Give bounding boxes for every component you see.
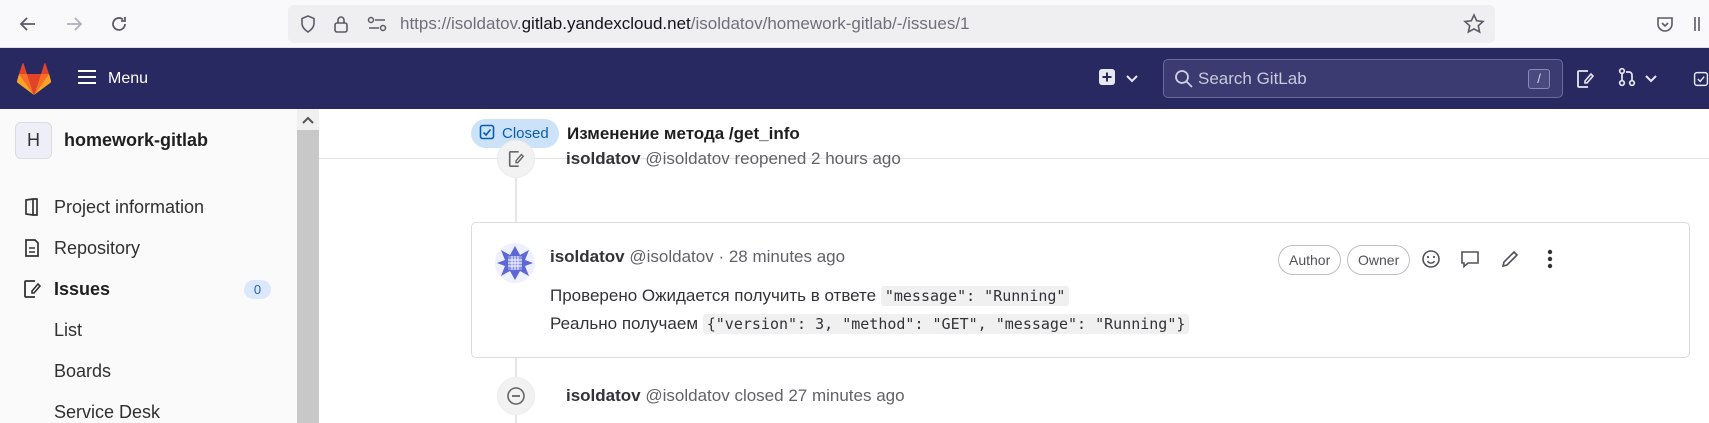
project-sidebar: H homework-gitlab Project information Re… (0, 109, 319, 423)
event-author[interactable]: isoldatov (566, 386, 641, 405)
todo-icon[interactable] (1693, 65, 1709, 93)
comment-note: isoldatov @isoldatov · 28 minutes ago Au… (471, 222, 1690, 358)
inline-code: "message": "Running" (880, 286, 1070, 306)
issues-shortcut-icon[interactable] (1575, 65, 1595, 93)
gitlab-header: Menu Search GitLab / (0, 48, 1709, 109)
issues-count-badge: 0 (244, 280, 271, 299)
merge-request-icon (1617, 67, 1637, 92)
sidebar-item-label: List (54, 319, 83, 340)
search-placeholder: Search GitLab (1198, 69, 1307, 88)
lock-icon[interactable] (332, 5, 350, 43)
chevron-down-icon (1645, 70, 1657, 88)
browser-toolbar: https://isoldatov.gitlab.yandexcloud.net… (0, 0, 1709, 48)
scrollbar-thumb[interactable] (297, 130, 319, 423)
status-label: Closed (502, 125, 549, 142)
issue-main: Closed Изменение метода /get_info isolda… (319, 109, 1709, 423)
reply-button[interactable] (1456, 247, 1484, 275)
sidebar-item-label: Project information (54, 196, 205, 217)
pencil-icon (1500, 249, 1520, 274)
edit-button[interactable] (1496, 247, 1524, 275)
reopened-event: isoldatov @isoldatov reopened 2 hours ag… (566, 149, 901, 169)
note-header: isoldatov @isoldatov · 28 minutes ago (550, 247, 845, 267)
page-settings-icon[interactable] (366, 5, 388, 43)
pocket-icon[interactable] (1649, 8, 1681, 40)
closed-event: isoldatov @isoldatov closed 27 minutes a… (566, 386, 905, 406)
sidebar-item-label: Service Desk (54, 401, 161, 422)
sidebar-item-list[interactable]: List (0, 310, 297, 350)
address-bar[interactable]: https://isoldatov.gitlab.yandexcloud.net… (288, 5, 1495, 43)
more-actions-button[interactable] (1536, 247, 1564, 275)
plus-square-icon (1098, 68, 1116, 91)
chevron-down-icon (1126, 70, 1138, 88)
sidebar-item-label: Issues (54, 278, 111, 299)
note-author[interactable]: isoldatov (550, 247, 625, 266)
event-action: reopened 2 hours ago (734, 149, 901, 168)
comment-icon (1460, 249, 1480, 274)
bookmark-star-icon[interactable] (1463, 5, 1485, 43)
author-badge: Author (1278, 245, 1342, 275)
note-text: Проверено Ожидается получить в ответе (550, 286, 877, 305)
library-icon[interactable] (1690, 8, 1709, 40)
note-text: Реально получаем (550, 314, 699, 333)
forward-arrow-icon[interactable] (58, 8, 90, 40)
search-icon (1174, 69, 1194, 94)
merge-requests-dropdown[interactable] (1617, 65, 1657, 93)
inline-code: {"version": 3, "method": "GET", "message… (702, 314, 1190, 334)
event-handle[interactable]: @isoldatov (645, 149, 729, 168)
add-reaction-button[interactable] (1417, 247, 1445, 275)
project-avatar[interactable]: H (15, 122, 52, 159)
note-time[interactable]: · 28 minutes ago (718, 247, 845, 266)
search-shortcut-key: / (1528, 69, 1550, 89)
gitlab-logo-icon[interactable] (16, 62, 52, 96)
reopened-event-icon (497, 140, 535, 178)
scroll-up-arrow-icon[interactable] (302, 113, 314, 127)
sidebar-item-issues[interactable]: Issues 0 (0, 269, 297, 309)
sidebar-item-boards[interactable]: Boards (0, 351, 297, 391)
search-input[interactable]: Search GitLab / (1163, 59, 1563, 98)
avatar[interactable] (495, 243, 535, 283)
event-action: closed 27 minutes ago (734, 386, 905, 405)
kebab-icon (1547, 249, 1553, 274)
doc-icon (22, 238, 42, 258)
issue-closed-icon (479, 124, 495, 144)
url-text[interactable]: https://isoldatov.gitlab.yandexcloud.net… (400, 5, 970, 43)
project-icon (22, 197, 42, 217)
note-handle[interactable]: @isoldatov (629, 247, 713, 266)
event-author[interactable]: isoldatov (566, 149, 641, 168)
reload-icon[interactable] (103, 8, 135, 40)
closed-event-icon (497, 377, 535, 415)
sidebar-scrollbar[interactable] (297, 109, 319, 423)
project-name[interactable]: homework-gitlab (64, 122, 208, 159)
new-item-dropdown[interactable] (1098, 65, 1138, 93)
hamburger-icon (76, 68, 98, 91)
sidebar-item-label: Repository (54, 237, 141, 258)
sidebar-item-project-information[interactable]: Project information (0, 187, 297, 227)
menu-button[interactable]: Menu (76, 64, 148, 94)
issues-icon (22, 279, 42, 299)
menu-label: Menu (108, 70, 149, 87)
back-arrow-icon[interactable] (12, 8, 44, 40)
note-body: Проверено Ожидается получить в ответе "m… (550, 282, 1190, 338)
sidebar-item-repository[interactable]: Repository (0, 228, 297, 268)
smiley-icon (1421, 249, 1441, 274)
note-line-2: Реально получаем {"version": 3, "method"… (550, 310, 1190, 338)
sidebar-item-label: Boards (54, 360, 112, 381)
owner-badge: Owner (1347, 245, 1411, 275)
shield-icon[interactable] (298, 5, 318, 43)
sidebar-item-service-desk[interactable]: Service Desk (0, 392, 297, 423)
note-line-1: Проверено Ожидается получить в ответе "m… (550, 282, 1189, 310)
event-handle[interactable]: @isoldatov (645, 386, 729, 405)
